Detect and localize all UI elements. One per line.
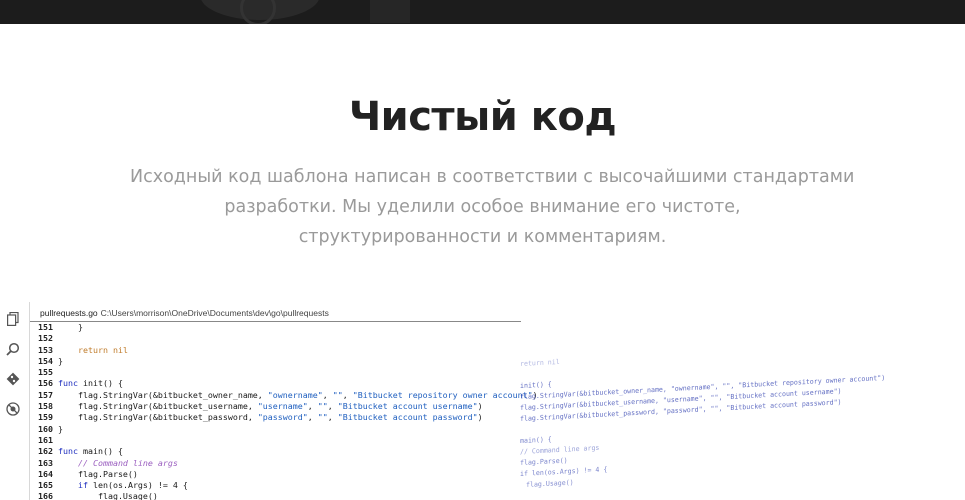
- code-line: 166 flag.Usage(): [38, 491, 538, 500]
- code-line: 160}: [38, 424, 538, 435]
- reflected-code-line: init() {: [520, 380, 552, 390]
- file-path: C:\Users\morrison\OneDrive\Documents\dev…: [100, 308, 329, 318]
- line-code: flag.StringVar(&bitbucket_owner_name, "o…: [58, 389, 538, 400]
- code-reflection: return nil init() {flag.StringVar(&bitbuc…: [520, 342, 965, 492]
- code-editor-screenshot: pullrequests.go C:\Users\morrison\OneDriv…: [0, 302, 965, 500]
- code-line: 161: [38, 435, 538, 446]
- hero-image-shape: [240, 0, 276, 24]
- debug-icon[interactable]: [6, 402, 20, 416]
- hero-image-shape: [370, 0, 410, 23]
- line-code: flag.StringVar(&bitbucket_username, "use…: [58, 401, 483, 412]
- code-line: 156 func init() {: [38, 378, 538, 389]
- description-line: разработки. Мы уделили особое внимание е…: [224, 197, 741, 217]
- line-code: func init() {: [58, 378, 123, 389]
- line-code: func main() {: [58, 446, 123, 457]
- line-number: 165: [38, 480, 53, 491]
- line-number: 158: [38, 401, 53, 412]
- line-code: // Command line args: [58, 457, 178, 468]
- code-line: 164 flag.Parse(): [38, 469, 538, 480]
- reflected-code-line: flag.Parse(): [520, 456, 568, 467]
- reflected-code-line: // Command line args: [520, 443, 600, 456]
- hero-image-strip: [0, 0, 965, 24]
- line-number: 163: [38, 457, 53, 468]
- line-number: 162: [38, 446, 53, 457]
- code-line: 158 flag.StringVar(&bitbucket_username, …: [38, 401, 538, 412]
- line-number: 166: [38, 491, 53, 500]
- line-number: 152: [38, 333, 53, 344]
- code-line: 163 // Command line args: [38, 458, 538, 469]
- line-code: return nil: [77, 344, 128, 355]
- line-code: }: [58, 423, 63, 434]
- reflected-code-line: main() {: [520, 435, 552, 445]
- file-name: pullrequests.go: [40, 308, 98, 318]
- description-line: Исходный код шаблона написан в соответст…: [130, 167, 855, 187]
- line-number: 155: [38, 367, 53, 378]
- line-code: }: [58, 355, 63, 366]
- section-description: Исходный код шаблона написан в соответст…: [130, 162, 855, 252]
- line-number: 160: [38, 423, 53, 434]
- line-number: 156: [38, 378, 53, 389]
- files-icon[interactable]: [6, 311, 20, 326]
- line-number: 154: [38, 355, 53, 366]
- code-line: 154}: [38, 356, 538, 367]
- line-code: flag.Parse(): [58, 468, 138, 479]
- code-lines: 151 } 152 153 return nil 154} 155 156 func ini…: [38, 322, 538, 500]
- line-number: 153: [38, 344, 53, 355]
- code-line: 151 }: [38, 322, 538, 333]
- code-line: 155: [38, 367, 538, 378]
- editor-divider: [29, 302, 30, 500]
- reflected-code-line: if len(os.Args) != 4 {: [520, 465, 608, 478]
- line-code: }: [58, 322, 83, 332]
- reflected-code-line: flag.Usage(): [526, 478, 574, 489]
- line-code: flag.StringVar(&bitbucket_password, "pas…: [58, 412, 483, 423]
- line-number: 157: [38, 389, 53, 400]
- code-line: 153 return nil: [38, 345, 538, 356]
- git-icon[interactable]: [6, 372, 20, 386]
- line-number: 161: [38, 434, 53, 445]
- editor-tab[interactable]: pullrequests.go C:\Users\morrison\OneDriv…: [40, 308, 329, 318]
- code-line: 165 if len(os.Args) != 4 {: [38, 480, 538, 491]
- line-code: if len(os.Args) != 4 {: [77, 480, 188, 491]
- line-number: 159: [38, 412, 53, 423]
- description-line: структурированности и комментариям.: [298, 227, 667, 247]
- code-line: 157 flag.StringVar(&bitbucket_owner_name…: [38, 390, 538, 401]
- code-line: 152: [38, 333, 538, 344]
- editor-activity-bar: [0, 302, 28, 500]
- line-number: 151: [38, 322, 53, 332]
- line-code: flag.Usage(): [58, 491, 158, 500]
- section-title: Чистый код: [348, 94, 617, 140]
- code-line: 159 flag.StringVar(&bitbucket_password, …: [38, 412, 538, 423]
- reflected-code-line: return nil: [520, 357, 560, 368]
- code-line: 162 func main() {: [38, 446, 538, 457]
- search-icon[interactable]: [6, 342, 20, 356]
- line-number: 164: [38, 468, 53, 479]
